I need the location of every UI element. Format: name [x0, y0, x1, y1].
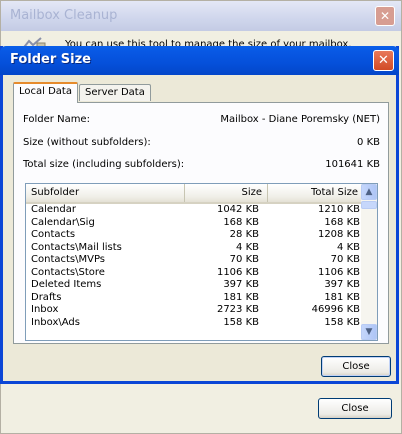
- size-cell: 397 KB: [223, 279, 259, 290]
- total-size-cell: 168 KB: [324, 216, 360, 228]
- folder-size-close-icon[interactable]: ✕: [373, 50, 394, 71]
- subfolder-cell: Calendar: [31, 204, 76, 215]
- list-header: Subfolder Size Total Size: [26, 184, 363, 204]
- local-data-panel: Folder Name: Mailbox - Diane Poremsky (N…: [13, 102, 389, 344]
- total-size-cell: 1106 KB: [317, 266, 360, 278]
- folder-size-title: Folder Size: [10, 52, 92, 67]
- total-size-cell: 397 KB: [324, 279, 360, 290]
- mailbox-cleanup-titlebar: Mailbox Cleanup ✕: [1, 1, 401, 31]
- list-rows: Calendar 1042 KB 1210 KB Calendar\Sig 168 KB…: [26, 204, 363, 329]
- subfolder-list[interactable]: Subfolder Size Total Size Calendar 1042 K…: [25, 183, 378, 341]
- total-size-value: 101641 KB: [325, 159, 380, 170]
- total-size-cell: 1210 KB: [317, 204, 360, 215]
- subfolder-cell: Contacts: [31, 229, 76, 240]
- tab-server-data[interactable]: Server Data: [79, 84, 151, 101]
- size-cell: 1106 KB: [216, 266, 259, 278]
- subfolder-cell: Drafts: [31, 291, 62, 303]
- table-row[interactable]: Inbox 2723 KB 46996 KB: [26, 304, 363, 317]
- subfolder-cell: Contacts\Mail lists: [31, 241, 122, 253]
- subfolder-cell: Inbox\Ads: [31, 316, 80, 328]
- size-cell: 158 KB: [223, 316, 259, 328]
- subfolder-cell: Deleted Items: [31, 279, 102, 290]
- size-cell: 28 KB: [229, 229, 259, 240]
- total-size-cell: 181 KB: [324, 291, 360, 303]
- mailbox-cleanup-close-icon[interactable]: ✕: [375, 6, 395, 26]
- size-cell: 181 KB: [223, 291, 259, 303]
- subfolder-cell: Contacts\Store: [31, 266, 105, 278]
- column-header-total-size[interactable]: Total Size: [268, 184, 363, 202]
- subfolder-cell: Inbox: [31, 304, 59, 315]
- scroll-down-icon[interactable]: ▼: [361, 324, 377, 340]
- folder-size-dialog: Folder Size ✕ Local Data Server Data Fol…: [0, 46, 399, 384]
- table-row[interactable]: Deleted Items 397 KB 397 KB: [26, 279, 363, 292]
- size-cell: 1042 KB: [216, 204, 259, 215]
- folder-size-titlebar[interactable]: Folder Size ✕: [0, 46, 399, 75]
- table-row[interactable]: Calendar\Sig 168 KB 168 KB: [26, 217, 363, 230]
- scroll-up-icon[interactable]: ▲: [361, 184, 377, 200]
- subfolder-cell: Calendar\Sig: [31, 216, 95, 228]
- size-label: Size (without subfolders):: [23, 137, 151, 148]
- table-row[interactable]: Drafts 181 KB 181 KB: [26, 292, 363, 305]
- tab-local-data[interactable]: Local Data: [13, 82, 78, 103]
- size-cell: 168 KB: [223, 216, 259, 228]
- folder-name-value: Mailbox - Diane Poremsky (NET): [220, 114, 380, 125]
- folder-name-label: Folder Name:: [23, 114, 90, 125]
- size-cell: 70 KB: [229, 254, 259, 265]
- total-size-label: Total size (including subfolders):: [23, 159, 185, 170]
- table-row[interactable]: Contacts\Mail lists 4 KB 4 KB: [26, 242, 363, 255]
- scroll-thumb[interactable]: [361, 201, 377, 209]
- table-row[interactable]: Calendar 1042 KB 1210 KB: [26, 204, 363, 217]
- column-header-subfolder[interactable]: Subfolder: [26, 184, 185, 202]
- size-cell: 2723 KB: [216, 304, 259, 315]
- subfolder-cell: Contacts\MVPs: [31, 254, 106, 265]
- total-size-cell: 46996 KB: [311, 304, 360, 315]
- total-size-cell: 158 KB: [324, 316, 360, 328]
- folder-size-close-button[interactable]: Close: [321, 356, 391, 377]
- total-size-cell: 70 KB: [330, 254, 360, 265]
- table-row[interactable]: Inbox\Ads 158 KB 158 KB: [26, 317, 363, 330]
- table-row[interactable]: Contacts\Store 1106 KB 1106 KB: [26, 267, 363, 280]
- mailbox-cleanup-title: Mailbox Cleanup: [10, 8, 118, 23]
- table-row[interactable]: Contacts\MVPs 70 KB 70 KB: [26, 254, 363, 267]
- column-header-size[interactable]: Size: [185, 184, 268, 202]
- size-cell: 4 KB: [236, 241, 259, 253]
- total-size-cell: 1208 KB: [317, 229, 360, 240]
- list-scrollbar[interactable]: ▲ ▼: [361, 184, 377, 340]
- total-size-cell: 4 KB: [337, 241, 360, 253]
- table-row[interactable]: Contacts 28 KB 1208 KB: [26, 229, 363, 242]
- size-value: 0 KB: [357, 137, 380, 148]
- mailbox-cleanup-close-button[interactable]: Close: [318, 398, 392, 419]
